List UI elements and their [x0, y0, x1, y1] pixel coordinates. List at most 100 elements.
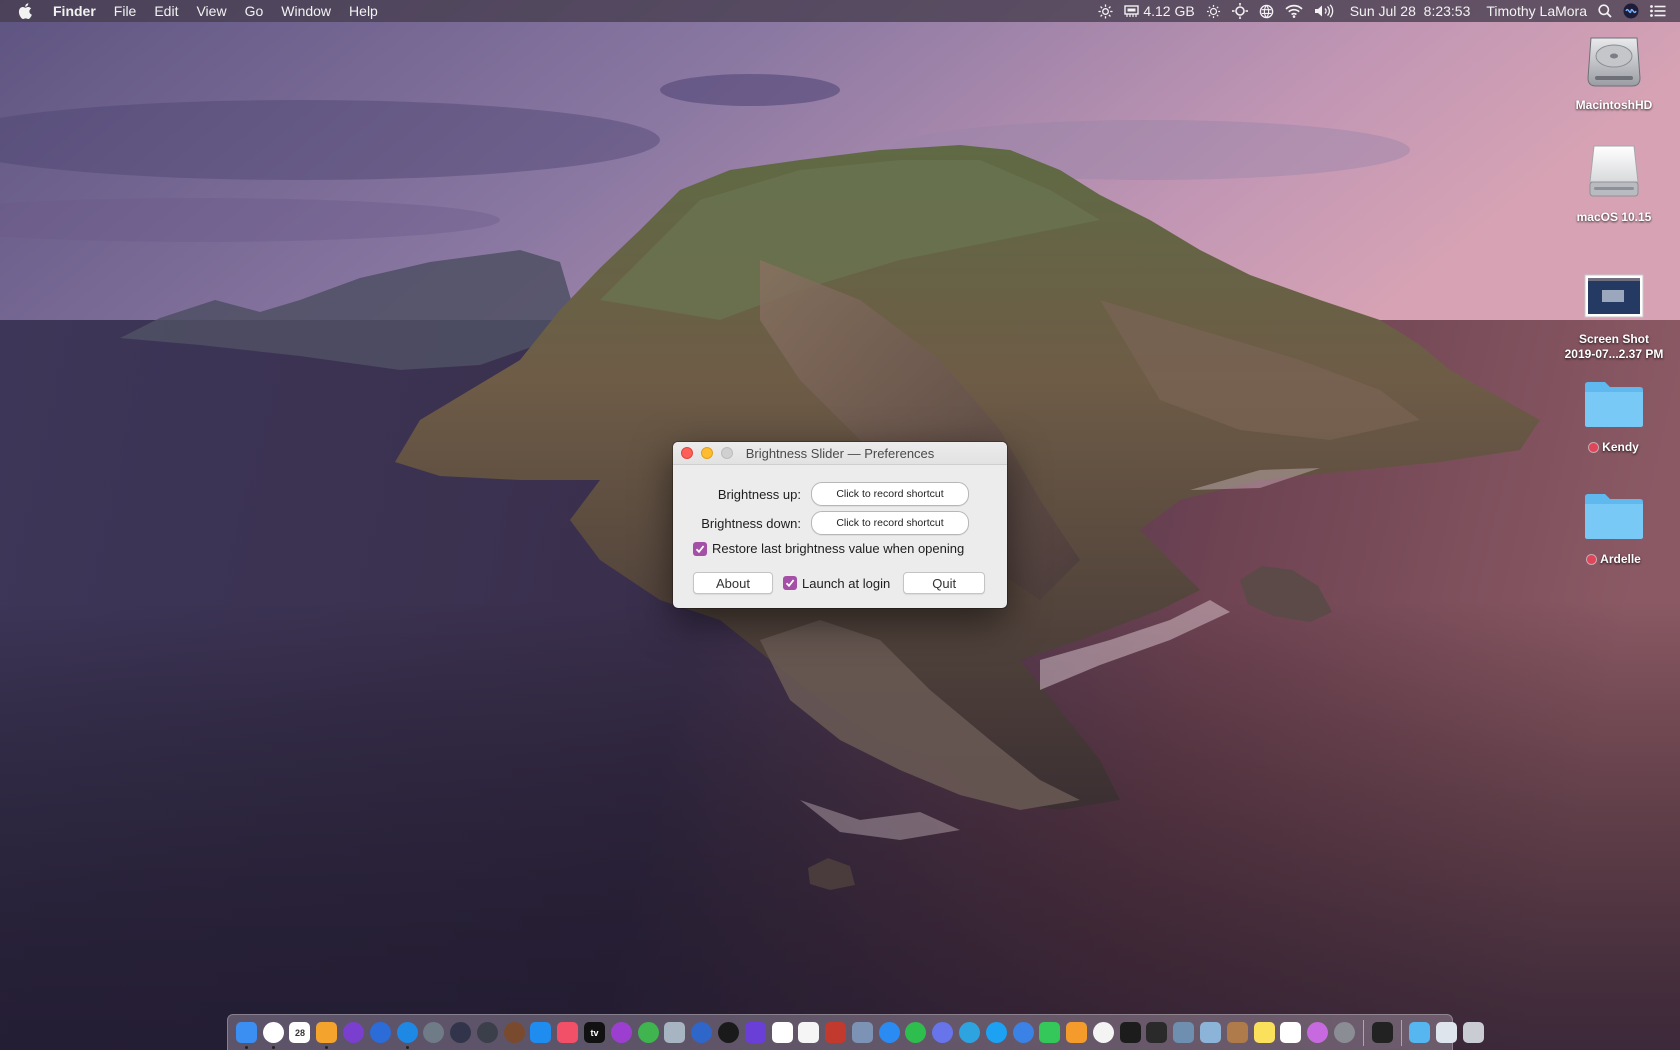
- restore-brightness-checkbox-row[interactable]: Restore last brightness value when openi…: [693, 541, 964, 556]
- apple-menu-icon[interactable]: [0, 3, 44, 19]
- menu-bar: Finder File Edit View Go Window Help 4.1…: [0, 0, 1680, 22]
- preview-doc-icon[interactable]: [1200, 1022, 1222, 1043]
- siri-icon[interactable]: [1623, 3, 1639, 19]
- memory-status[interactable]: 4.12 GB: [1124, 3, 1195, 19]
- desktop-icon-kendy[interactable]: Kendy: [1559, 372, 1669, 455]
- user-name[interactable]: Timothy LaMora: [1486, 3, 1587, 19]
- menu-view[interactable]: View: [187, 0, 235, 22]
- sun-high-icon[interactable]: [1231, 3, 1248, 19]
- external-drive-icon: [1582, 142, 1646, 206]
- photos-icon[interactable]: [798, 1022, 820, 1043]
- launch-at-login-checkbox-row[interactable]: Launch at login: [783, 576, 890, 591]
- menu-go[interactable]: Go: [236, 0, 273, 22]
- launch-at-login-checkbox[interactable]: [783, 576, 797, 590]
- camera-icon[interactable]: [476, 1022, 498, 1043]
- app-store-icon[interactable]: [530, 1022, 552, 1043]
- tweetbot-icon[interactable]: [1012, 1022, 1034, 1043]
- mac-os-icon[interactable]: [450, 1022, 472, 1043]
- youtube-icon[interactable]: [771, 1022, 793, 1043]
- brightness-up-shortcut-button[interactable]: Click to record shortcut: [811, 482, 969, 506]
- running-indicator-dot: [325, 1046, 329, 1049]
- desktop-icon-macos-10-15[interactable]: macOS 10.15: [1559, 142, 1669, 225]
- rocket-icon[interactable]: [423, 1022, 445, 1043]
- twitter-icon[interactable]: [985, 1022, 1007, 1043]
- bubble-app-icon[interactable]: [1307, 1022, 1329, 1043]
- wifi-icon[interactable]: [1285, 4, 1303, 18]
- document-folder-icon[interactable]: [1436, 1022, 1458, 1043]
- volume-icon[interactable]: [1314, 4, 1334, 18]
- screenshot-label-line1: Screen Shot: [1578, 332, 1650, 346]
- calendar-icon[interactable]: 28: [289, 1022, 311, 1043]
- downloads-folder-icon[interactable]: [1409, 1022, 1431, 1043]
- flower-app-icon[interactable]: [316, 1022, 338, 1049]
- discord-icon[interactable]: [932, 1022, 954, 1043]
- checkmark-icon: [695, 544, 705, 553]
- about-button[interactable]: About: [693, 572, 773, 594]
- menu-file[interactable]: File: [105, 0, 146, 22]
- podcasts-icon[interactable]: [610, 1022, 632, 1043]
- compass-app-icon[interactable]: [343, 1022, 365, 1043]
- menu-window[interactable]: Window: [272, 0, 340, 22]
- news-icon[interactable]: [1092, 1022, 1114, 1043]
- safari-icon[interactable]: [396, 1022, 418, 1049]
- shortcuts-app-icon[interactable]: [744, 1022, 766, 1043]
- menu-help[interactable]: Help: [340, 0, 387, 22]
- apple-tv-icon[interactable]: tv: [584, 1022, 606, 1043]
- finder-icon[interactable]: [235, 1022, 257, 1049]
- vpn-globe-icon[interactable]: [1259, 4, 1274, 19]
- image-capture-icon[interactable]: [851, 1022, 873, 1043]
- contacts-icon[interactable]: [1226, 1022, 1248, 1043]
- system-app-icon[interactable]: [369, 1022, 391, 1043]
- memory-chip-icon: [1124, 4, 1140, 17]
- folder-icon: [1582, 372, 1646, 436]
- brightness-down-shortcut-button[interactable]: Click to record shortcut: [811, 511, 969, 535]
- spotlight-search-icon[interactable]: [1598, 4, 1612, 18]
- stocks-icon[interactable]: [1119, 1022, 1141, 1043]
- quicktime-icon[interactable]: [717, 1022, 739, 1043]
- desktop-icon-macintoshhd[interactable]: MacintoshHD: [1559, 30, 1669, 113]
- menu-app-finder[interactable]: Finder: [44, 0, 105, 22]
- photo-booth-icon[interactable]: [825, 1022, 847, 1043]
- memory-value: 4.12 GB: [1143, 3, 1195, 19]
- planet-icon[interactable]: [503, 1022, 525, 1043]
- messenger-icon[interactable]: [878, 1022, 900, 1043]
- clock[interactable]: Sun Jul 28 8:23:53: [1350, 3, 1471, 19]
- hard-drive-icon: [1582, 30, 1646, 94]
- whatsapp-icon[interactable]: [905, 1022, 927, 1043]
- brightness-down-label: Brightness down:: [701, 515, 801, 531]
- desktop-icon-screenshot[interactable]: Screen Shot 2019-07...2.37 PM: [1559, 264, 1669, 362]
- brightness-slider-icon[interactable]: [1098, 3, 1113, 19]
- notes-icon[interactable]: [1253, 1022, 1275, 1043]
- desktop-icon-ardelle[interactable]: Ardelle: [1559, 484, 1669, 567]
- desktop-icon-label: macOS 10.15: [1576, 210, 1652, 224]
- zoom-window-button[interactable]: [721, 447, 733, 459]
- home-icon[interactable]: [1066, 1022, 1088, 1043]
- window-titlebar[interactable]: Brightness Slider — Preferences: [673, 442, 1007, 465]
- sun-low-icon[interactable]: [1206, 4, 1221, 19]
- search-app-icon[interactable]: [691, 1022, 713, 1043]
- system-preferences-icon[interactable]: [1333, 1022, 1355, 1043]
- minimize-window-button[interactable]: [701, 447, 713, 459]
- close-window-button[interactable]: [681, 447, 693, 459]
- telegram-icon[interactable]: [958, 1022, 980, 1043]
- preferences-window: Brightness Slider — Preferences Brightne…: [673, 442, 1007, 608]
- quit-button[interactable]: Quit: [903, 572, 986, 594]
- running-indicator-dot: [244, 1046, 248, 1049]
- checkmark-icon: [785, 579, 795, 588]
- preview-icon[interactable]: [664, 1022, 686, 1043]
- terminal-icon[interactable]: [1371, 1022, 1393, 1043]
- menu-edit[interactable]: Edit: [145, 0, 187, 22]
- launcher-icon[interactable]: [262, 1022, 284, 1049]
- trash-icon[interactable]: [1463, 1022, 1485, 1043]
- find-my-icon[interactable]: [637, 1022, 659, 1043]
- sketch-app-icon[interactable]: [1173, 1022, 1195, 1043]
- desktop-icon-label: Ardelle: [1600, 552, 1641, 566]
- reminders-icon[interactable]: [1280, 1022, 1302, 1043]
- restore-brightness-label: Restore last brightness value when openi…: [712, 541, 965, 556]
- facetime-icon[interactable]: [1039, 1022, 1061, 1043]
- photo-editor-icon[interactable]: [1146, 1022, 1168, 1043]
- restore-brightness-checkbox[interactable]: [693, 541, 707, 556]
- music-icon[interactable]: [557, 1022, 579, 1043]
- notification-center-icon[interactable]: [1650, 5, 1666, 17]
- folder-icon: [1582, 484, 1646, 548]
